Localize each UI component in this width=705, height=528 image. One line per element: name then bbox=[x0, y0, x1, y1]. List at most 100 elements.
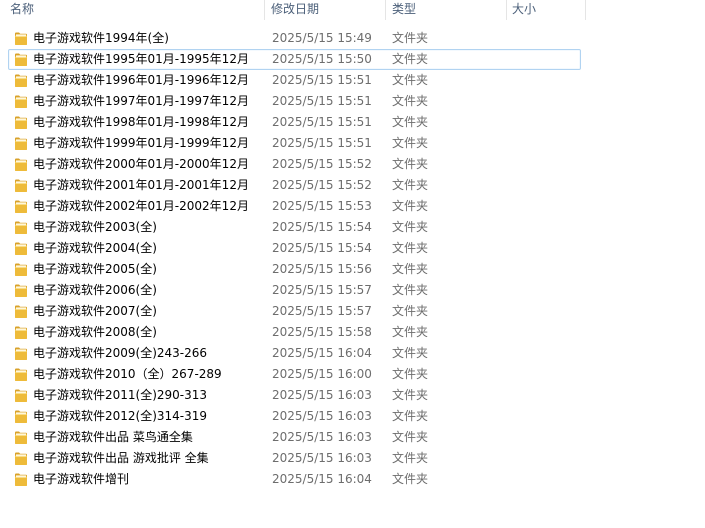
file-row[interactable]: 电子游戏软件1999年01月-1999年12月 2025/5/15 15:51 文件… bbox=[8, 133, 581, 154]
file-date-modified: 2025/5/15 15:51 bbox=[272, 94, 372, 108]
column-header-type[interactable]: 类型 bbox=[386, 0, 506, 20]
file-date-modified: 2025/5/15 16:04 bbox=[272, 472, 372, 486]
file-name: 电子游戏软件2007(全) bbox=[33, 304, 157, 318]
column-header-date-modified[interactable]: 修改日期 bbox=[265, 0, 385, 20]
file-name: 电子游戏软件2000年01月-2000年12月 bbox=[33, 157, 249, 171]
file-row[interactable]: 电子游戏软件2012(全)314-319 2025/5/15 16:03 文件夹 bbox=[8, 406, 581, 427]
file-name: 电子游戏软件增刊 bbox=[33, 472, 130, 486]
file-name: 电子游戏软件2008(全) bbox=[33, 325, 157, 339]
file-row[interactable]: 电子游戏软件1998年01月-1998年12月 2025/5/15 15:51 文件… bbox=[8, 112, 581, 133]
file-row[interactable]: 电子游戏软件1994年(全) 2025/5/15 15:49 文件夹 bbox=[8, 28, 581, 49]
file-name: 电子游戏软件2005(全) bbox=[33, 262, 157, 276]
folder-icon bbox=[15, 32, 27, 45]
file-row[interactable]: 电子游戏软件增刊 2025/5/15 16:04 文件夹 bbox=[8, 469, 581, 490]
file-date-modified: 2025/5/15 15:54 bbox=[272, 241, 372, 255]
file-name: 电子游戏软件2011(全)290-313 bbox=[33, 388, 208, 402]
file-type: 文件夹 bbox=[392, 430, 429, 444]
file-name: 电子游戏软件2001年01月-2001年12月 bbox=[33, 178, 249, 192]
file-row[interactable]: 电子游戏软件2002年01月-2002年12月 2025/5/15 15:53 文件… bbox=[8, 196, 581, 217]
folder-icon bbox=[15, 473, 27, 486]
file-date-modified: 2025/5/15 16:03 bbox=[272, 388, 372, 402]
file-row[interactable]: 电子游戏软件2001年01月-2001年12月 2025/5/15 15:52 文件… bbox=[8, 175, 581, 196]
file-type: 文件夹 bbox=[392, 409, 429, 423]
file-row[interactable]: 电子游戏软件出品 游戏批评 全集 2025/5/15 16:03 文件夹 bbox=[8, 448, 581, 469]
file-date-modified: 2025/5/15 16:03 bbox=[272, 451, 372, 465]
folder-icon bbox=[15, 263, 27, 276]
folder-icon bbox=[15, 305, 27, 318]
file-name: 电子游戏软件2002年01月-2002年12月 bbox=[33, 199, 249, 213]
folder-icon bbox=[15, 221, 27, 234]
file-row[interactable]: 电子游戏软件2005(全) 2025/5/15 15:56 文件夹 bbox=[8, 259, 581, 280]
file-type: 文件夹 bbox=[392, 367, 429, 381]
file-type: 文件夹 bbox=[392, 157, 429, 171]
file-date-modified: 2025/5/15 15:51 bbox=[272, 115, 372, 129]
file-type: 文件夹 bbox=[392, 346, 429, 360]
file-row[interactable]: 电子游戏软件2003(全) 2025/5/15 15:54 文件夹 bbox=[8, 217, 581, 238]
file-name: 电子游戏软件2003(全) bbox=[33, 220, 157, 234]
file-type: 文件夹 bbox=[392, 451, 429, 465]
file-date-modified: 2025/5/15 16:03 bbox=[272, 430, 372, 444]
file-date-modified: 2025/5/15 16:03 bbox=[272, 409, 372, 423]
file-date-modified: 2025/5/15 15:50 bbox=[272, 52, 372, 66]
file-name: 电子游戏软件1996年01月-1996年12月 bbox=[33, 73, 249, 87]
file-date-modified: 2025/5/15 15:56 bbox=[272, 262, 372, 276]
file-name: 电子游戏软件2006(全) bbox=[33, 283, 157, 297]
file-date-modified: 2025/5/15 15:51 bbox=[272, 136, 372, 150]
column-header-name[interactable]: 名称 bbox=[0, 0, 264, 20]
file-row[interactable]: 电子游戏软件2000年01月-2000年12月 2025/5/15 15:52 文件… bbox=[8, 154, 581, 175]
file-name: 电子游戏软件1998年01月-1998年12月 bbox=[33, 115, 249, 129]
file-row[interactable]: 电子游戏软件1997年01月-1997年12月 2025/5/15 15:51 文件… bbox=[8, 91, 581, 112]
file-name: 电子游戏软件2004(全) bbox=[33, 241, 157, 255]
file-row[interactable]: 电子游戏软件出品 菜鸟通全集 2025/5/15 16:03 文件夹 bbox=[8, 427, 581, 448]
file-type: 文件夹 bbox=[392, 52, 429, 66]
file-type: 文件夹 bbox=[392, 73, 429, 87]
folder-icon bbox=[15, 326, 27, 339]
file-type: 文件夹 bbox=[392, 388, 429, 402]
folder-icon bbox=[15, 74, 27, 87]
file-row[interactable]: 电子游戏软件2007(全) 2025/5/15 15:57 文件夹 bbox=[8, 301, 581, 322]
file-row[interactable]: 电子游戏软件1996年01月-1996年12月 2025/5/15 15:51 文件… bbox=[8, 70, 581, 91]
file-name: 电子游戏软件出品 菜鸟通全集 bbox=[33, 430, 193, 444]
column-divider[interactable] bbox=[585, 0, 586, 20]
folder-icon bbox=[15, 200, 27, 213]
file-type: 文件夹 bbox=[392, 241, 429, 255]
file-date-modified: 2025/5/15 15:54 bbox=[272, 220, 372, 234]
column-header-size[interactable]: 大小 bbox=[507, 0, 585, 20]
file-row[interactable]: 电子游戏软件1995年01月-1995年12月 2025/5/15 15:50 文件… bbox=[8, 49, 581, 70]
file-date-modified: 2025/5/15 15:57 bbox=[272, 283, 372, 297]
folder-icon bbox=[15, 368, 27, 381]
folder-icon bbox=[15, 95, 27, 108]
file-row[interactable]: 电子游戏软件2004(全) 2025/5/15 15:54 文件夹 bbox=[8, 238, 581, 259]
file-row[interactable]: 电子游戏软件2009(全)243-266 2025/5/15 16:04 文件夹 bbox=[8, 343, 581, 364]
file-date-modified: 2025/5/15 15:57 bbox=[272, 304, 372, 318]
file-type: 文件夹 bbox=[392, 31, 429, 45]
file-row[interactable]: 电子游戏软件2011(全)290-313 2025/5/15 16:03 文件夹 bbox=[8, 385, 581, 406]
file-row[interactable]: 电子游戏软件2010（全）267-289 2025/5/15 16:00 文件夹 bbox=[8, 364, 581, 385]
file-row[interactable]: 电子游戏软件2008(全) 2025/5/15 15:58 文件夹 bbox=[8, 322, 581, 343]
file-date-modified: 2025/5/15 15:49 bbox=[272, 31, 372, 45]
folder-icon bbox=[15, 452, 27, 465]
file-type: 文件夹 bbox=[392, 304, 429, 318]
file-name: 电子游戏软件2012(全)314-319 bbox=[33, 409, 208, 423]
file-type: 文件夹 bbox=[392, 325, 429, 339]
folder-icon bbox=[15, 284, 27, 297]
file-row[interactable]: 电子游戏软件2006(全) 2025/5/15 15:57 文件夹 bbox=[8, 280, 581, 301]
file-type: 文件夹 bbox=[392, 472, 429, 486]
folder-icon bbox=[15, 158, 27, 171]
file-type: 文件夹 bbox=[392, 115, 429, 129]
file-name: 电子游戏软件2010（全）267-289 bbox=[33, 367, 222, 381]
file-name: 电子游戏软件1999年01月-1999年12月 bbox=[33, 136, 249, 150]
folder-icon bbox=[15, 137, 27, 150]
folder-icon bbox=[15, 53, 27, 66]
file-date-modified: 2025/5/15 16:00 bbox=[272, 367, 372, 381]
file-date-modified: 2025/5/15 16:04 bbox=[272, 346, 372, 360]
file-type: 文件夹 bbox=[392, 178, 429, 192]
file-name: 电子游戏软件1995年01月-1995年12月 bbox=[33, 52, 249, 66]
folder-icon bbox=[15, 389, 27, 402]
file-name: 电子游戏软件2009(全)243-266 bbox=[33, 346, 208, 360]
file-date-modified: 2025/5/15 15:52 bbox=[272, 157, 372, 171]
file-name: 电子游戏软件1994年(全) bbox=[33, 31, 169, 45]
file-type: 文件夹 bbox=[392, 94, 429, 108]
folder-icon bbox=[15, 431, 27, 444]
file-type: 文件夹 bbox=[392, 199, 429, 213]
